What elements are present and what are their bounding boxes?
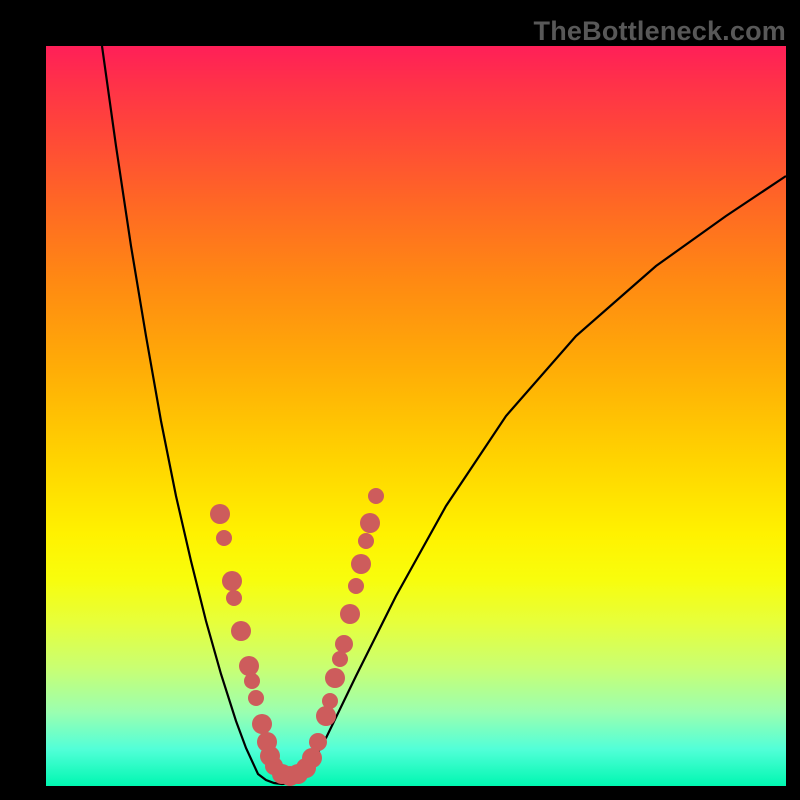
curve-marker (335, 635, 353, 653)
curve-marker (226, 590, 242, 606)
curve-marker (368, 488, 384, 504)
curve-marker (358, 533, 374, 549)
curve-marker (239, 656, 259, 676)
curve-marker (316, 706, 336, 726)
chart-plot-area (46, 46, 786, 786)
chart-frame: TheBottleneck.com (0, 0, 800, 800)
curve-marker (244, 673, 260, 689)
curve-marker (340, 604, 360, 624)
curve-marker (322, 693, 338, 709)
curve-marker (231, 621, 251, 641)
curve-marker (325, 668, 345, 688)
bottleneck-curve (102, 46, 786, 784)
curve-marker (360, 513, 380, 533)
curve-marker (348, 578, 364, 594)
attribution-text: TheBottleneck.com (534, 16, 786, 47)
curve-marker (210, 504, 230, 524)
curve-marker (248, 690, 264, 706)
curve-marker (222, 571, 242, 591)
curve-markers (210, 488, 384, 786)
curve-marker (332, 651, 348, 667)
curve-marker (216, 530, 232, 546)
curve-marker (351, 554, 371, 574)
curve-marker (252, 714, 272, 734)
curve-marker (302, 748, 322, 768)
chart-svg (46, 46, 786, 786)
curve-marker (309, 733, 327, 751)
